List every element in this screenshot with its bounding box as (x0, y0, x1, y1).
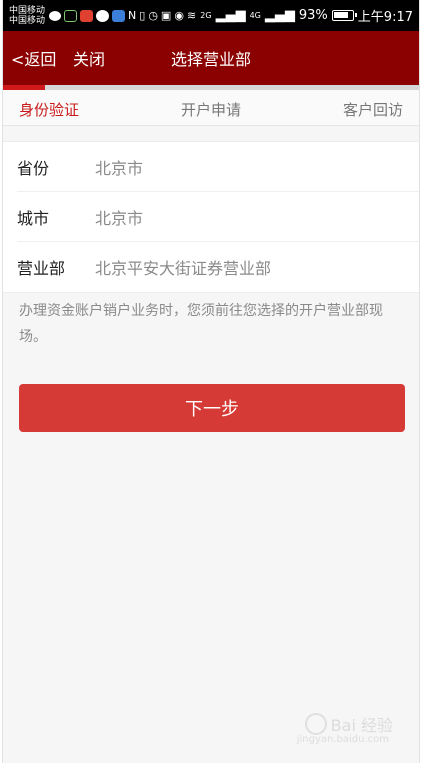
notification-icons: N ▯ ◷ ▣ ◉ ≋ (49, 9, 196, 22)
app-icon (112, 9, 126, 22)
city-row[interactable]: 城市 北京市 (17, 192, 419, 242)
page-title: 选择营业部 (170, 50, 251, 69)
nfc-icon: N (128, 9, 137, 22)
chat-icon (49, 10, 62, 21)
alarm-icon: ◷ (148, 9, 158, 22)
branch-value[interactable]: 北京平安大街证券营业部 (95, 255, 271, 279)
step-callback[interactable]: 客户回访 (343, 99, 403, 120)
step-identity[interactable]: 身份验证 (19, 99, 79, 120)
province-value[interactable]: 北京市 (95, 155, 143, 179)
branch-row[interactable]: 营业部 北京平安大街证券营业部 (17, 242, 419, 292)
signal-tag-4g: 4G (249, 11, 261, 20)
province-row[interactable]: 省份 北京市 (17, 142, 419, 192)
carrier-info: 中国移动 中国移动 (9, 6, 45, 26)
city-label: 城市 (17, 208, 50, 228)
eye-icon: ◉ (174, 9, 184, 22)
back-button[interactable]: <返回 (11, 46, 56, 70)
status-bar: 中国移动 中国移动 N ▯ ◷ ▣ ◉ ≋ 2G ▂▄▆ 4G ▂▄▆ 93% … (3, 0, 419, 31)
battery-icon (331, 10, 357, 21)
nav-bar: <返回 关闭 选择营业部 (3, 31, 419, 85)
branch-form: 省份 北京市 城市 北京市 营业部 北京平安大街证券营业部 (3, 141, 419, 293)
status-right: 2G ▂▄▆ 4G ▂▄▆ 93% 上午9:17 (200, 6, 413, 25)
battery-percent: 93% (298, 8, 328, 23)
notice-text: 办理资金账户销户业务时，您须前往您选择的开户营业部现场。 (19, 303, 383, 345)
step-tabs: 身份验证 开户申请 客户回访 (3, 90, 419, 126)
clock: 上午9:17 (357, 10, 413, 25)
signal-icon: ▂▄▆ (215, 8, 246, 23)
hd-icon: ▣ (160, 9, 172, 22)
app-icon (64, 9, 78, 22)
city-value[interactable]: 北京市 (95, 205, 143, 229)
watermark-sub: jingyan.baidu.com (296, 734, 389, 745)
watermark-text: Bai 经验 (330, 716, 393, 735)
branch-label: 营业部 (17, 259, 66, 278)
app-frame: 中国移动 中国移动 N ▯ ◷ ▣ ◉ ≋ 2G ▂▄▆ 4G ▂▄▆ 93% … (2, 0, 420, 763)
province-label: 省份 (17, 158, 50, 178)
wifi-icon: ≋ (186, 9, 197, 22)
close-button[interactable]: 关闭 (73, 46, 105, 70)
next-button[interactable]: 下一步 (19, 384, 405, 432)
step-application[interactable]: 开户申请 (181, 99, 241, 120)
vibrate-icon: ▯ (139, 9, 146, 22)
carrier-2: 中国移动 (9, 15, 46, 26)
app-icon (80, 9, 94, 22)
signal-icon: ▂▄▆ (264, 8, 295, 23)
signal-tag-2g: 2G (200, 11, 212, 20)
wechat-icon (96, 9, 110, 22)
carrier-1: 中国移动 (9, 5, 46, 16)
paw-icon (304, 713, 327, 735)
watermark: Bai 经验 (304, 712, 393, 736)
